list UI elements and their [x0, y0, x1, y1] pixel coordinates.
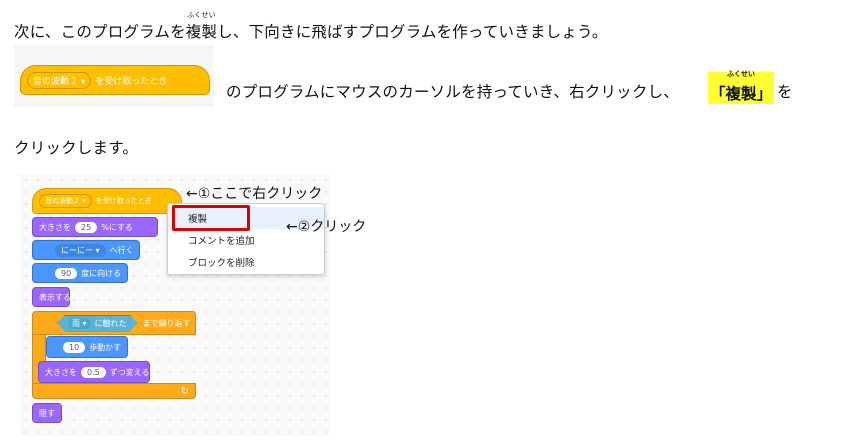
show-block[interactable]: 表示する	[32, 287, 71, 307]
when-receive-hat-block: 音の波動２ ▾ を受け取ったとき	[20, 65, 210, 95]
instruction-line: のプログラムにマウスのカーソルを持っていき、右クリックし、	[226, 80, 679, 102]
intro-text-after: し、下向きに飛ばすプログラムを作っていきましょう。	[217, 23, 608, 41]
goto-dropdown[interactable]: にーにー ▾	[55, 243, 106, 257]
highlight-text: 「複製」	[710, 85, 773, 103]
repeat-until-suffix: まで繰り返す	[142, 318, 191, 328]
step1-text: ←①ここで右クリック	[186, 186, 323, 202]
instruction-text-before: のプログラムにマウスのカーソルを持っていき、右クリックし、	[226, 83, 679, 101]
touching-target-dropdown[interactable]: 雨 ▾	[68, 318, 91, 329]
highlight-ruby: ふくせい	[727, 70, 755, 78]
change-size-suffix: ずつ変える	[109, 367, 150, 377]
inline-block-image: 音の波動２ ▾ を受け取ったとき	[14, 45, 214, 107]
message-dropdown: 音の波動２ ▾	[27, 71, 92, 89]
step2-text: ←②クリック	[286, 219, 367, 235]
change-size-block[interactable]: 大きさを 0.5 ずつ変える	[38, 361, 150, 383]
context-menu-delete[interactable]: ブロックを削除	[168, 251, 324, 272]
touching-sensor[interactable]: 雨 ▾ に触れた	[57, 315, 138, 332]
delete-label: ブロックを削除	[188, 257, 255, 269]
add-comment-label: コメントを追加	[188, 236, 255, 247]
step2-annotation: ←②クリック	[286, 216, 366, 236]
direction-suffix: 度に向ける	[81, 268, 122, 278]
highlight-box: ふくせい 「複製」	[708, 70, 775, 104]
repeat-until-top[interactable]: 雨 ▾ に触れた まで繰り返す	[32, 311, 196, 335]
ruby-base: 複製	[185, 23, 218, 41]
repeat-until-bottom: ↻	[32, 383, 196, 399]
hide-block[interactable]: 隠す	[32, 403, 62, 423]
hide-label: 隠す	[39, 408, 55, 418]
steps-value[interactable]: 10	[63, 341, 86, 353]
instruction-text-after: を	[777, 83, 793, 101]
set-size-suffix: %にする	[101, 222, 133, 232]
set-size-prefix: 大きさを	[39, 222, 71, 232]
click-text: クリックします。	[14, 139, 139, 157]
set-size-block[interactable]: 大きさを 25 %にする	[32, 217, 158, 237]
scratch-screenshot: 音の波動２ ▾ を受け取ったとき 大きさを 25 %にする にーにー ▾ へ行く…	[20, 174, 329, 436]
intro-line: 次に、このプログラムを ふくせい複製し、下向きに飛ばすプログラムを作っていきましょ…	[14, 12, 608, 42]
goto-block[interactable]: にーにー ▾ へ行く	[32, 240, 140, 260]
steps-suffix: 歩動かす	[89, 342, 122, 352]
hat-block[interactable]: 音の波動２ ▾ を受け取ったとき	[32, 188, 182, 214]
loop-arrow-icon: ↻	[180, 386, 189, 397]
touching-label: に触れた	[94, 318, 127, 328]
show-label: 表示する	[39, 292, 71, 302]
hat-message-dropdown[interactable]: 音の波動２ ▾	[39, 194, 92, 208]
change-size-value[interactable]: 0.5	[81, 366, 106, 378]
highlight-fukusei: ふくせい 「複製」	[708, 70, 775, 104]
set-size-value[interactable]: 25	[75, 221, 98, 233]
change-size-prefix: 大きさを	[45, 367, 77, 377]
ruby-reading: ふくせい	[187, 11, 216, 19]
goto-suffix: へ行く	[109, 245, 134, 255]
duplicate-callout-box	[172, 205, 250, 231]
ruby-word-fukusei: ふくせい 複製	[185, 12, 218, 42]
move-steps-block[interactable]: 10 歩動かす	[46, 336, 128, 358]
click-line: クリックします。	[14, 136, 138, 158]
step1-annotation: ←①ここで右クリック	[186, 183, 322, 203]
instruction-tail: を	[777, 80, 793, 102]
point-direction-block[interactable]: 90 度に向ける	[32, 263, 128, 283]
direction-value[interactable]: 90	[55, 267, 78, 279]
hat-label: を受け取ったとき	[95, 197, 152, 205]
intro-text-before: 次に、このプログラムを	[14, 23, 186, 41]
hat-block-label: を受け取ったとき	[95, 76, 168, 87]
